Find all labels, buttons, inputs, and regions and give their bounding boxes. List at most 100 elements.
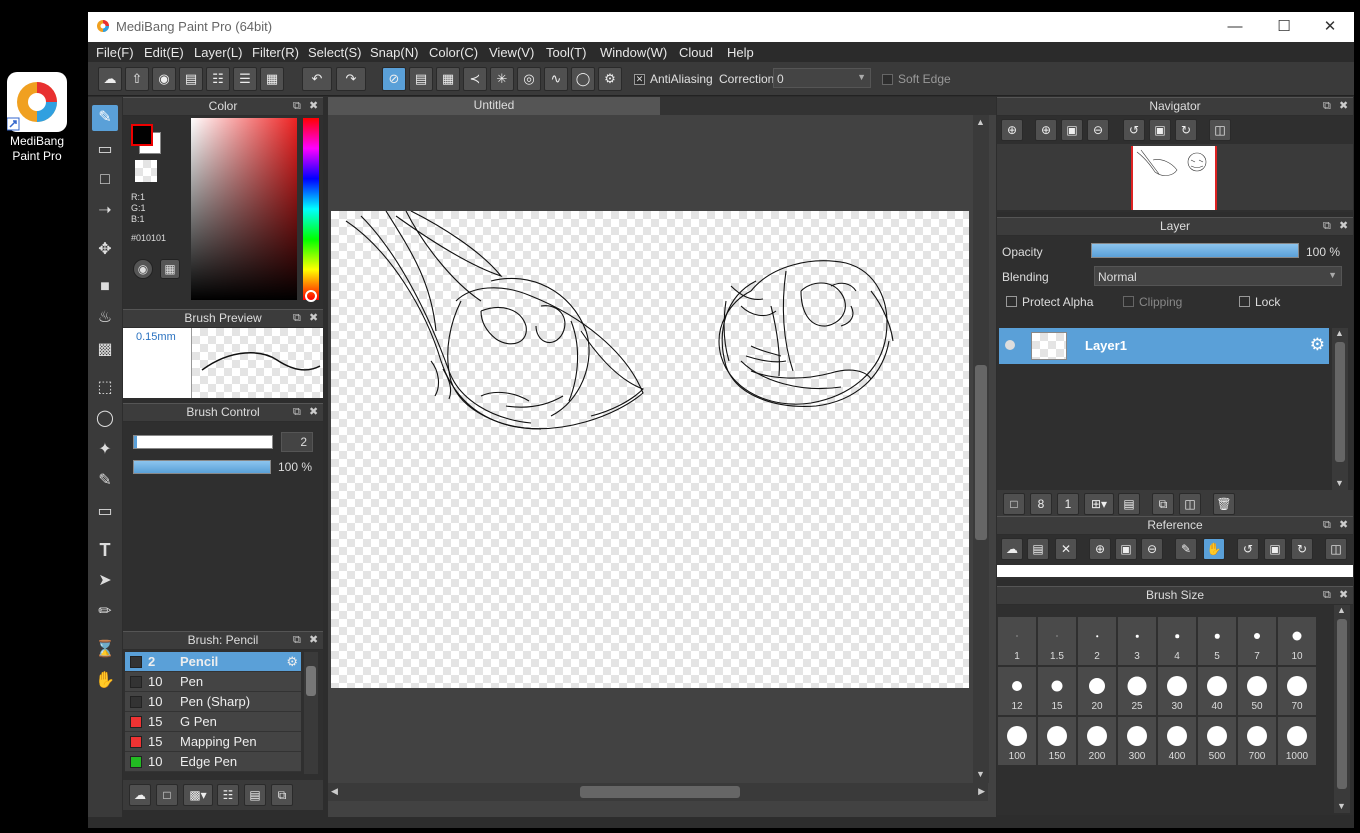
add-brush-menu-icon[interactable]: ▩▾ <box>183 784 213 806</box>
color-history-icon[interactable]: ▦ <box>160 259 180 279</box>
shape-tool-icon[interactable]: □ <box>92 167 118 193</box>
brush-size-preset[interactable]: 12 <box>998 667 1036 715</box>
brush-size-preset[interactable]: 150 <box>1038 717 1076 765</box>
duplicate-icon[interactable]: ⧉ <box>271 784 293 806</box>
new-layer-icon[interactable]: □ <box>1003 493 1025 515</box>
brush-item-mapping-pen[interactable]: 15 Mapping Pen <box>125 732 301 752</box>
brush-size-preset[interactable]: 500 <box>1198 717 1236 765</box>
layer-scrollbar[interactable]: ▲ ▼ <box>1332 328 1348 490</box>
menu-help[interactable]: Help <box>727 45 754 60</box>
brush-size-preset[interactable]: 40 <box>1198 667 1236 715</box>
transparent-color-swatch[interactable] <box>135 160 157 182</box>
visibility-icon[interactable] <box>1005 340 1015 350</box>
brush-size-preset[interactable]: 1000 <box>1278 717 1316 765</box>
hand-icon[interactable]: ✋ <box>1203 538 1225 560</box>
close-panel-icon[interactable]: ✖ <box>309 98 318 115</box>
canvas-vertical-scrollbar[interactable]: ▲ ▼ <box>973 115 989 783</box>
flip-icon[interactable]: ◫ <box>1325 538 1347 560</box>
speech-bubble-icon[interactable]: ◉ <box>152 67 176 91</box>
select-rect-tool-icon[interactable]: ⬚ <box>92 375 118 401</box>
brush-size-preset[interactable]: 3 <box>1118 617 1156 665</box>
close-panel-icon[interactable]: ✖ <box>1339 98 1348 115</box>
trash-icon[interactable]: 🗑 <box>1213 493 1235 515</box>
brush-item-g-pen[interactable]: 15 G Pen <box>125 712 301 732</box>
rotate-right-icon[interactable]: ↻ <box>1291 538 1313 560</box>
new-8bit-layer-icon[interactable]: 8 <box>1030 493 1052 515</box>
close-panel-icon[interactable]: ✖ <box>1339 218 1348 235</box>
brush-size-preset[interactable]: 200 <box>1078 717 1116 765</box>
float-icon[interactable]: ⧉ <box>1323 517 1331 534</box>
brush-size-preset[interactable]: 300 <box>1118 717 1156 765</box>
close-icon[interactable]: ✕ <box>1055 538 1077 560</box>
brush-size-preset[interactable]: 7 <box>1238 617 1276 665</box>
circle-snap-icon[interactable]: ◯ <box>571 67 595 91</box>
float-icon[interactable]: ⧉ <box>293 404 301 421</box>
close-panel-icon[interactable]: ✖ <box>1339 517 1348 534</box>
brush-size-preset[interactable]: 25 <box>1118 667 1156 715</box>
brush-settings-icon[interactable]: ☷ <box>217 784 239 806</box>
navigator-preview[interactable] <box>997 144 1353 210</box>
brush-size-preset[interactable]: 400 <box>1158 717 1196 765</box>
cloud-icon[interactable]: ☁ <box>98 67 122 91</box>
lock-checkbox[interactable] <box>1239 296 1250 307</box>
scrollbar-thumb[interactable] <box>1335 342 1345 462</box>
folder-icon[interactable]: ▤ <box>244 784 266 806</box>
curve-snap-icon[interactable]: ∿ <box>544 67 568 91</box>
line-tool-icon[interactable]: ➝ <box>92 198 118 224</box>
rotate-left-icon[interactable]: ↺ <box>1237 538 1259 560</box>
parallel-snap-icon[interactable]: ▤ <box>409 67 433 91</box>
brush-item-pen[interactable]: 10 Pen <box>125 672 301 692</box>
menu-filter[interactable]: Filter(R) <box>252 45 299 60</box>
float-icon[interactable]: ⧉ <box>1323 587 1331 604</box>
scroll-down-icon[interactable]: ▼ <box>976 769 985 779</box>
document-tab[interactable]: Untitled <box>328 97 660 115</box>
snap-off-icon[interactable]: ⊘ <box>382 67 406 91</box>
fit-icon[interactable]: ▣ <box>1115 538 1137 560</box>
scroll-down-icon[interactable]: ▼ <box>1335 478 1344 488</box>
menu-file[interactable]: File(F) <box>96 45 134 60</box>
grid-panel-icon[interactable]: ▦ <box>260 67 284 91</box>
zoom-out-icon[interactable]: ⊖ <box>1087 119 1109 141</box>
rotate-left-icon[interactable]: ↺ <box>1123 119 1145 141</box>
menu-snap[interactable]: Snap(N) <box>370 45 418 60</box>
brush-size-preset[interactable]: 50 <box>1238 667 1276 715</box>
scroll-right-icon[interactable]: ▶ <box>978 786 985 797</box>
flip-icon[interactable]: ◫ <box>1209 119 1231 141</box>
brush-size-preset[interactable]: 15 <box>1038 667 1076 715</box>
scroll-down-icon[interactable]: ▼ <box>1337 801 1346 811</box>
blending-select[interactable]: Normal ▼ <box>1094 266 1342 286</box>
maximize-button[interactable]: ☐ <box>1269 16 1299 38</box>
new-brush-icon[interactable]: □ <box>156 784 178 806</box>
bucket-tool-icon[interactable]: ♨ <box>92 305 118 331</box>
layer-opacity-slider[interactable] <box>1091 243 1299 258</box>
upload-icon[interactable]: ⇧ <box>125 67 149 91</box>
merge-layer-icon[interactable]: ◫ <box>1179 493 1201 515</box>
eyedropper-icon[interactable]: ✎ <box>1175 538 1197 560</box>
gradient-tool-icon[interactable]: ▩ <box>92 337 118 363</box>
menu-view[interactable]: View(V) <box>489 45 534 60</box>
divide-tool-icon[interactable]: ✏ <box>92 599 118 625</box>
scroll-up-icon[interactable]: ▲ <box>1335 328 1344 338</box>
cloud-download-icon[interactable]: ☁ <box>129 784 151 806</box>
select-eraser-tool-icon[interactable]: ▭ <box>92 499 118 525</box>
scroll-up-icon[interactable]: ▲ <box>1337 605 1346 615</box>
close-panel-icon[interactable]: ✖ <box>309 404 318 421</box>
close-panel-icon[interactable]: ✖ <box>309 310 318 327</box>
reset-view-icon[interactable]: ▣ <box>1264 538 1286 560</box>
soft-edge-checkbox[interactable] <box>882 74 893 85</box>
scrollbar-thumb[interactable] <box>1337 619 1347 789</box>
antialiasing-checkbox[interactable]: ✕ <box>634 74 645 85</box>
scroll-left-icon[interactable]: ◀ <box>331 786 338 797</box>
scroll-up-icon[interactable]: ▲ <box>976 117 985 127</box>
snap-settings-icon[interactable]: ⚙ <box>598 67 622 91</box>
folder-icon[interactable]: ▤ <box>1118 493 1140 515</box>
float-icon[interactable]: ⧉ <box>293 310 301 327</box>
saturation-value-picker[interactable] <box>191 118 297 300</box>
eyedropper-tool-icon[interactable]: ⌛ <box>92 637 118 663</box>
zoom-in-icon[interactable]: ⊕ <box>1035 119 1057 141</box>
minimize-button[interactable]: — <box>1220 16 1250 38</box>
list-icon[interactable]: ☰ <box>233 67 257 91</box>
eraser-tool-icon[interactable]: ▭ <box>92 137 118 163</box>
protect-alpha-checkbox[interactable] <box>1006 296 1017 307</box>
reset-view-icon[interactable]: ▣ <box>1149 119 1171 141</box>
